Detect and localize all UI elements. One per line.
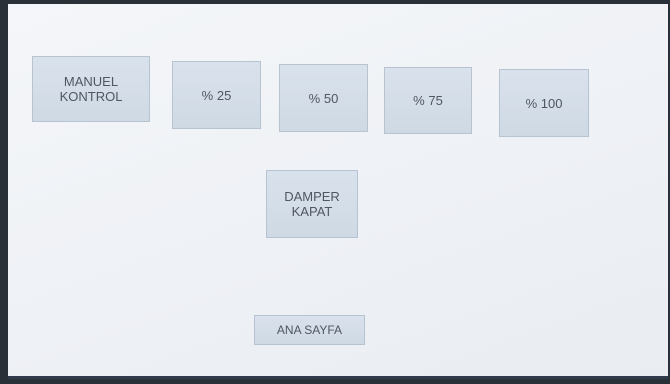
percent-50-button[interactable]: % 50	[279, 64, 368, 132]
damper-close-button[interactable]: DAMPER KAPAT	[266, 170, 358, 238]
hmi-screen: MANUEL KONTROL % 25 % 50 % 75 % 100 DAMP…	[8, 4, 668, 379]
percent-25-button[interactable]: % 25	[172, 61, 261, 129]
percent-75-button[interactable]: % 75	[384, 67, 472, 134]
home-button[interactable]: ANA SAYFA	[254, 315, 365, 345]
manual-control-button[interactable]: MANUEL KONTROL	[32, 56, 150, 122]
percent-100-button[interactable]: % 100	[499, 69, 589, 137]
